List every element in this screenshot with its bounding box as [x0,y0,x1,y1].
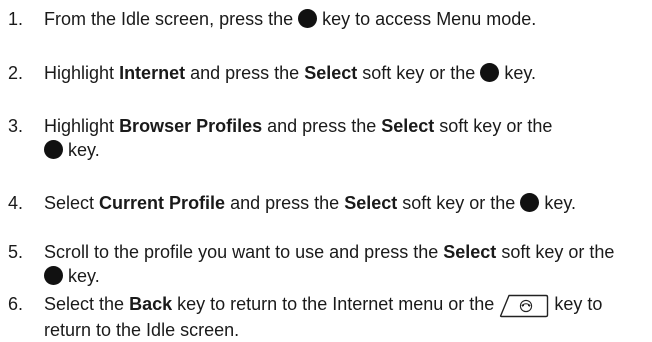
ok-key-icon [298,9,318,28]
step-text: From the Idle screen, press the key to a… [44,7,648,31]
soft-key-name: Select [344,193,398,213]
text: Highlight [44,63,115,83]
step-number: 3. [8,116,24,136]
step-text: Scroll to the profile you want to use an… [44,240,648,288]
step-number: 4. [8,193,24,213]
text: soft key or the [439,116,553,136]
soft-key-name: Select [443,242,497,262]
text: key to return to the Internet menu or th… [177,294,495,314]
key-name: Back [129,294,173,314]
text: key to access Menu mode. [322,9,537,29]
text: soft key or the [402,193,516,213]
ok-key-icon [44,266,63,285]
text: Select the [44,294,125,314]
instruction-page: 1. From the Idle screen, press the key t… [0,0,652,341]
text: and press the [190,63,300,83]
text: key. [68,266,100,286]
text: and press the [230,193,340,213]
ok-key-icon [44,140,63,159]
step-text: Highlight Internet and press the Select … [44,61,648,85]
text: Select [44,193,95,213]
step-number: 5. [8,242,24,262]
ok-key-icon [480,63,500,82]
ok-key-icon [520,193,540,212]
menu-item-name: Internet [119,63,186,83]
text: key. [504,63,537,83]
text: and press the [267,116,377,136]
text: return to the Idle screen. [44,320,240,340]
step-number: 6. [8,294,24,314]
text: key. [68,140,100,160]
step-text: Select the Back key to return to the Int… [44,292,648,342]
menu-item-name: Current Profile [99,193,226,213]
step-text: Highlight Browser Profiles and press the… [44,114,648,162]
text: key. [544,193,577,213]
text: From the Idle screen, press the [44,9,294,29]
soft-key-name: Select [304,63,358,83]
step-number: 2. [8,63,24,83]
text: Scroll to the profile you want to use an… [44,242,439,262]
text: Highlight [44,116,115,136]
text: key to [554,294,603,314]
step-number: 1. [8,9,24,29]
menu-item-name: Browser Profiles [119,116,263,136]
step-text: Select Current Profile and press the Sel… [44,191,648,215]
text: soft key or the [362,63,476,83]
end-call-key-icon [500,294,549,318]
text: soft key or the [501,242,615,262]
soft-key-name: Select [381,116,435,136]
